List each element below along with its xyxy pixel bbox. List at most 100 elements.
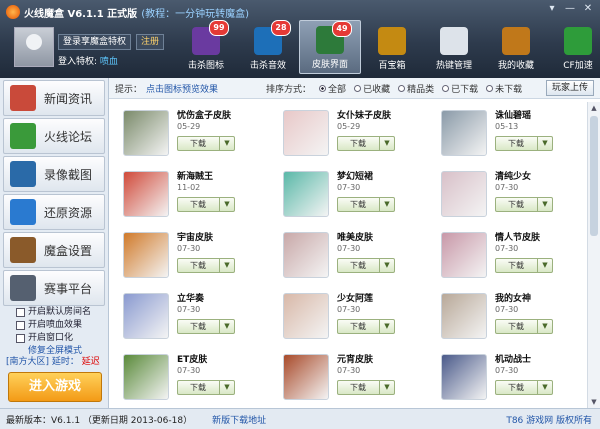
sidebar-item-gamepad[interactable]: 赛事平台 [3,270,105,306]
radio-button[interactable] [354,84,362,92]
player-upload-button[interactable]: 玩家上传 [545,80,594,96]
sidebar-item-news[interactable]: 新闻资讯 [3,80,105,116]
sort-option[interactable]: 全部 [319,82,346,95]
dropdown-arrow-icon[interactable]: ▼ [379,137,394,150]
download-button[interactable]: 下载 ▼ [337,319,395,334]
scrollbar[interactable]: ▲ ▼ [587,102,600,408]
dropdown-arrow-icon[interactable]: ▼ [537,198,552,211]
skin-thumbnail[interactable] [283,232,329,278]
option-blood-effect[interactable]: 开启喷血效果 [16,319,91,332]
dropdown-arrow-icon[interactable]: ▼ [537,320,552,333]
option-default-room[interactable]: 开启默认房间名 [16,306,91,319]
toolbar-kill-button[interactable]: 击杀图标 99 [175,20,237,74]
sort-option[interactable]: 已下载 [442,82,478,95]
register-button[interactable]: 注册 [136,34,165,50]
skin-thumbnail[interactable] [123,354,169,400]
toolbar-skin-button[interactable]: 皮肤界面 49 [299,20,361,74]
dropdown-arrow-icon[interactable]: ▼ [379,381,394,394]
download-button[interactable]: 下载 ▼ [177,380,235,395]
new-download-link[interactable]: 新版下载地址 [212,413,266,426]
hint-link[interactable]: 点击图标预览效果 [146,82,218,95]
dropdown-arrow-icon[interactable]: ▼ [379,320,394,333]
checkbox[interactable] [16,334,25,343]
toolbar-keyboard-button[interactable]: 热键管理 [423,20,485,74]
scroll-down-icon[interactable]: ▼ [588,396,600,408]
skin-thumbnail[interactable] [441,171,487,217]
download-button[interactable]: 下载 ▼ [495,258,553,273]
radio-button[interactable] [319,84,327,92]
sort-option[interactable]: 精品类 [398,82,434,95]
copyright-text[interactable]: T86 游戏网 版权所有 [506,413,592,426]
download-button[interactable]: 下载 ▼ [495,136,553,151]
scroll-up-icon[interactable]: ▲ [588,102,600,114]
download-button[interactable]: 下载 ▼ [337,258,395,273]
close-icon[interactable]: ✕ [580,2,596,16]
sidebar-item-settings[interactable]: 魔盒设置 [3,232,105,268]
skin-thumbnail[interactable] [283,354,329,400]
skin-thumbnail[interactable] [441,354,487,400]
dropdown-arrow-icon[interactable]: ▼ [219,259,234,272]
login-button[interactable]: 登录享魔盒特权 [58,34,132,50]
skin-thumbnail[interactable] [123,110,169,156]
speedup-icon [564,27,592,55]
menu-icon[interactable]: ▾ [544,2,560,16]
count-badge: 49 [332,21,352,37]
sort-option[interactable]: 未下载 [486,82,522,95]
download-button[interactable]: 下载 ▼ [177,319,235,334]
privilege-value[interactable]: 喷血 [100,57,118,67]
keyboard-icon [440,27,468,55]
avatar[interactable] [14,27,54,67]
download-button[interactable]: 下载 ▼ [337,380,395,395]
radio-button[interactable] [398,84,406,92]
sidebar-item-forum[interactable]: 火线论坛 [3,118,105,154]
dropdown-arrow-icon[interactable]: ▼ [219,137,234,150]
toolbar-favorites-button[interactable]: 我的收藏 [485,20,547,74]
server-status[interactable]: [南方大区] 延时： 延迟 [6,354,100,367]
minimize-icon[interactable]: — [562,2,578,16]
download-button[interactable]: 下载 ▼ [495,319,553,334]
skin-thumbnail[interactable] [123,232,169,278]
dropdown-arrow-icon[interactable]: ▼ [537,381,552,394]
download-button[interactable]: 下载 ▼ [177,197,235,212]
dropdown-arrow-icon[interactable]: ▼ [537,137,552,150]
scroll-thumb[interactable] [590,116,598,236]
skin-thumbnail[interactable] [441,110,487,156]
skin-thumbnail[interactable] [123,293,169,339]
download-button[interactable]: 下载 ▼ [177,258,235,273]
download-label: 下载 [190,383,206,392]
checkbox[interactable] [16,308,25,317]
skin-thumbnail[interactable] [283,110,329,156]
option-windowed[interactable]: 开启窗口化 [16,332,91,345]
skin-thumbnail[interactable] [283,293,329,339]
tutorial-link[interactable]: (教程：一分钟玩转魔盒) [141,5,249,20]
toolbar-toolbox-button[interactable]: 百宝箱 [361,20,423,74]
skin-name: 情人节皮肤 [495,233,541,243]
skin-date: 07-30 [177,366,201,375]
enter-game-button[interactable]: 进入游戏 [8,372,102,402]
checkbox[interactable] [16,321,25,330]
radio-button[interactable] [442,84,450,92]
sidebar-item-video[interactable]: 录像截图 [3,156,105,192]
dropdown-arrow-icon[interactable]: ▼ [219,198,234,211]
dropdown-arrow-icon[interactable]: ▼ [379,198,394,211]
download-button[interactable]: 下载 ▼ [337,136,395,151]
dropdown-arrow-icon[interactable]: ▼ [219,320,234,333]
dropdown-arrow-icon[interactable]: ▼ [219,381,234,394]
download-button[interactable]: 下载 ▼ [495,197,553,212]
skin-thumbnail[interactable] [283,171,329,217]
dropdown-arrow-icon[interactable]: ▼ [537,259,552,272]
skin-thumbnail[interactable] [441,232,487,278]
skin-name: 唯美皮肤 [337,233,374,243]
download-button[interactable]: 下载 ▼ [337,197,395,212]
toolbar-speedup-button[interactable]: CF加速 [547,20,600,74]
download-button[interactable]: 下载 ▼ [495,380,553,395]
download-button[interactable]: 下载 ▼ [177,136,235,151]
toolbar-music-button[interactable]: 击杀音效 28 [237,20,299,74]
hint-label: 提示： [115,84,143,95]
sidebar-item-restore[interactable]: 还原资源 [3,194,105,230]
skin-thumbnail[interactable] [441,293,487,339]
dropdown-arrow-icon[interactable]: ▼ [379,259,394,272]
radio-button[interactable] [486,84,494,92]
skin-thumbnail[interactable] [123,171,169,217]
sort-option[interactable]: 已收藏 [354,82,390,95]
